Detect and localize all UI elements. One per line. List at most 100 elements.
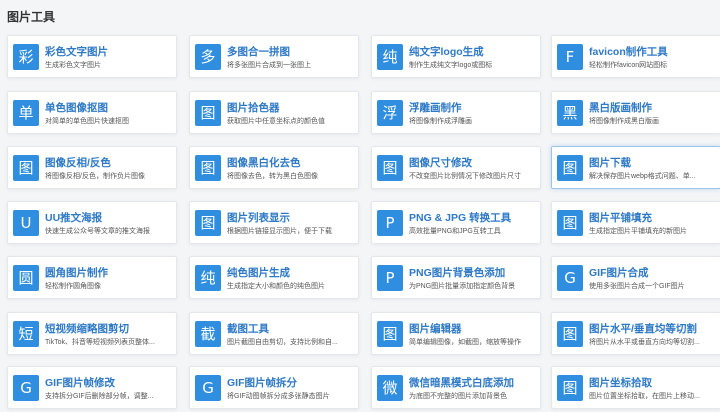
tool-icon: G bbox=[13, 375, 39, 401]
tool-card[interactable]: G GIF图片帧拆分将GIF动图帧拆分成多张静态图片 bbox=[189, 366, 359, 409]
tool-title[interactable]: 图像反相/反色 bbox=[45, 155, 172, 170]
tool-description: 生成指定大小和颜色的纯色图片 bbox=[227, 283, 325, 290]
tool-title[interactable]: 图像尺寸修改 bbox=[409, 155, 536, 170]
tool-card[interactable]: 微微信暗黑模式白底添加 为底图不完整的图片添加背景色 bbox=[371, 366, 541, 409]
tool-icon: 圆 bbox=[13, 265, 39, 291]
tool-title[interactable]: 圆角图片制作 bbox=[45, 265, 172, 280]
tool-title[interactable]: 图像黑白化去色 bbox=[227, 155, 354, 170]
tool-card[interactable]: 图图像反相/反色将图像反相/反色，制作负片图像 bbox=[7, 146, 177, 189]
tool-title[interactable]: 浮雕画制作 bbox=[409, 100, 536, 115]
tool-card[interactable]: G GIF图片合成 使用多张图片合成一个GIF图片 bbox=[551, 256, 720, 299]
tool-description: 将图像反相/反色，制作负片图像 bbox=[45, 173, 145, 180]
tool-description: 解决保存图片webp格式问题、单... bbox=[589, 173, 696, 180]
tool-card[interactable]: 纯纯文字logo生成制作生成纯文字logo或图标 bbox=[371, 35, 541, 78]
tool-description: 对简单的单色图片快速抠图 bbox=[45, 118, 129, 125]
tool-description: 将图像制作成浮雕画 bbox=[409, 118, 472, 125]
tool-icon: 单 bbox=[13, 100, 39, 126]
tool-card[interactable]: 黑黑白版画制作 将图像制作成黑白版画 bbox=[551, 91, 720, 134]
tool-title[interactable]: 单色图像抠图 bbox=[45, 100, 172, 115]
tool-description: 将多张图片合成到一张图上 bbox=[227, 62, 311, 69]
tool-icon: 多 bbox=[195, 44, 221, 70]
tool-icon: 纯 bbox=[195, 265, 221, 291]
tool-card[interactable]: 浮浮雕画制作将图像制作成浮雕画 bbox=[371, 91, 541, 134]
tool-title[interactable]: GIF图片帧修改 bbox=[45, 375, 172, 390]
tool-icon: 浮 bbox=[377, 100, 403, 126]
tool-card[interactable]: U UU推文海报 快速生成公众号等文章的推文海报 bbox=[7, 201, 177, 244]
tool-icon: 短 bbox=[13, 321, 39, 347]
tool-card[interactable]: 多多图合一拼图将多张图片合成到一张图上 bbox=[189, 35, 359, 78]
tool-card[interactable]: 图图片坐标拾取 图片位置坐标拾取，在图片上移动... bbox=[551, 366, 720, 409]
tool-icon: P bbox=[377, 210, 403, 236]
tool-description: 生成彩色文字图片 bbox=[45, 62, 101, 69]
tool-card[interactable]: 短短视频缩略图剪切 TikTok、抖音等短视频列表页整体... bbox=[7, 312, 177, 355]
tool-title[interactable]: 短视频缩略图剪切 bbox=[45, 321, 172, 336]
tool-description: 简单编辑图像，如截图，缩放等操作 bbox=[409, 339, 521, 346]
tool-title[interactable]: 图片下载 bbox=[589, 155, 716, 170]
tool-card[interactable]: 截截图工具图片截图自由剪切，支持比例和自... bbox=[189, 312, 359, 355]
tool-title[interactable]: 图片水平/垂直均等切割 bbox=[589, 321, 716, 336]
tool-description: 不改变图片比例情况下修改图片尺寸 bbox=[409, 173, 521, 180]
tool-description: 为PNG图片批量添加指定颜色背景 bbox=[409, 283, 516, 290]
tool-description: 根据图片链接显示图片，便于下载 bbox=[227, 228, 332, 235]
tool-card[interactable]: 单单色图像抠图对简单的单色图片快速抠图 bbox=[7, 91, 177, 134]
tool-description: TikTok、抖音等短视频列表页整体... bbox=[45, 339, 155, 346]
tool-card[interactable]: 图图像尺寸修改不改变图片比例情况下修改图片尺寸 bbox=[371, 146, 541, 189]
tool-icon: G bbox=[195, 375, 221, 401]
tool-title[interactable]: 图片坐标拾取 bbox=[589, 375, 716, 390]
tool-icon: 图 bbox=[195, 100, 221, 126]
tool-card[interactable]: 图图片水平/垂直均等切割将图片从水平或垂直方向均等切割... bbox=[551, 312, 720, 355]
tool-title[interactable]: 黑白版画制作 bbox=[589, 100, 716, 115]
tool-title[interactable]: 图片列表显示 bbox=[227, 210, 354, 225]
tool-description: 高效批量PNG和JPG互转工具 bbox=[409, 228, 501, 235]
tool-description: 图片位置坐标拾取，在图片上移动... bbox=[589, 393, 700, 400]
tool-title[interactable]: 图片编辑器 bbox=[409, 321, 536, 336]
tool-card[interactable]: 图图像黑白化去色 将图像去色，转为黑白色图像 bbox=[189, 146, 359, 189]
tool-description: 将图片从水平或垂直方向均等切割... bbox=[589, 339, 700, 346]
tool-icon: 纯 bbox=[377, 44, 403, 70]
tool-title[interactable]: 微信暗黑模式白底添加 bbox=[409, 375, 536, 390]
tool-icon: 图 bbox=[557, 210, 583, 236]
tool-title[interactable]: 彩色文字图片 bbox=[45, 44, 172, 59]
tool-card[interactable]: 图图片平铺填充生成指定图片平铺填充的新图片 bbox=[551, 201, 720, 244]
tool-description: 生成指定图片平铺填充的新图片 bbox=[589, 228, 687, 235]
tool-title[interactable]: PNG & JPG 转换工具 bbox=[409, 210, 536, 225]
tool-title[interactable]: UU推文海报 bbox=[45, 210, 172, 225]
tool-description: 图片截图自由剪切，支持比例和自... bbox=[227, 339, 338, 346]
tool-description: 将GIF动图帧拆分成多张静态图片 bbox=[227, 393, 330, 400]
tool-card[interactable]: G GIF图片帧修改支持拆分GIF后删除部分帧，调整... bbox=[7, 366, 177, 409]
tool-title[interactable]: 截图工具 bbox=[227, 321, 354, 336]
tool-card[interactable]: 图图片列表显示根据图片链接显示图片，便于下载 bbox=[189, 201, 359, 244]
tool-icon: 图 bbox=[195, 210, 221, 236]
tool-title[interactable]: 图片平铺填充 bbox=[589, 210, 716, 225]
tool-card[interactable]: 纯纯色图片生成生成指定大小和颜色的纯色图片 bbox=[189, 256, 359, 299]
tool-icon: 图 bbox=[557, 321, 583, 347]
tool-title[interactable]: 纯色图片生成 bbox=[227, 265, 354, 280]
tool-card[interactable]: 彩彩色文字图片生成彩色文字图片 bbox=[7, 35, 177, 78]
tool-card[interactable]: 圆圆角图片制作 轻松制作圆角图像 bbox=[7, 256, 177, 299]
tool-title[interactable]: PNG图片背景色添加 bbox=[409, 265, 536, 280]
tool-card[interactable]: P PNG图片背景色添加 为PNG图片批量添加指定颜色背景 bbox=[371, 256, 541, 299]
tool-icon: 图 bbox=[557, 155, 583, 181]
tool-icon: 图 bbox=[377, 155, 403, 181]
tool-title[interactable]: 多图合一拼图 bbox=[227, 44, 354, 59]
tool-icon: F bbox=[557, 44, 583, 70]
tool-card[interactable]: 图图片下载解决保存图片webp格式问题、单... bbox=[551, 146, 720, 189]
tool-title[interactable]: GIF图片合成 bbox=[589, 265, 716, 280]
tool-card[interactable]: 图图片拾色器 获取图片中任意坐标点的颜色值 bbox=[189, 91, 359, 134]
tool-card[interactable]: Ffavicon制作工具轻松制作favicon网站图标 bbox=[551, 35, 720, 78]
tool-icon: 微 bbox=[377, 375, 403, 401]
tool-card[interactable]: 图图片编辑器 简单编辑图像，如截图，缩放等操作 bbox=[371, 312, 541, 355]
tool-title[interactable]: 图片拾色器 bbox=[227, 100, 354, 115]
tool-icon: 截 bbox=[195, 321, 221, 347]
tool-description: 轻松制作favicon网站图标 bbox=[589, 62, 668, 69]
tool-grid: 彩彩色文字图片 生成彩色文字图片多多图合一拼图 将多张图片合成到一张图上纯纯文字lo… bbox=[0, 0, 720, 412]
tool-description: 支持拆分GIF后删除部分帧，调整... bbox=[45, 393, 154, 400]
tool-title[interactable]: favicon制作工具 bbox=[589, 44, 716, 59]
tool-title[interactable]: 纯文字logo生成 bbox=[409, 44, 536, 59]
tool-title[interactable]: GIF图片帧拆分 bbox=[227, 375, 354, 390]
tool-description: 制作生成纯文字logo或图标 bbox=[409, 62, 493, 69]
tool-description: 将图像去色，转为黑白色图像 bbox=[227, 173, 318, 180]
tool-icon: 图 bbox=[13, 155, 39, 181]
tool-icon: 彩 bbox=[13, 44, 39, 70]
tool-card[interactable]: P PNG & JPG 转换工具高效批量PNG和JPG互转工具 bbox=[371, 201, 541, 244]
